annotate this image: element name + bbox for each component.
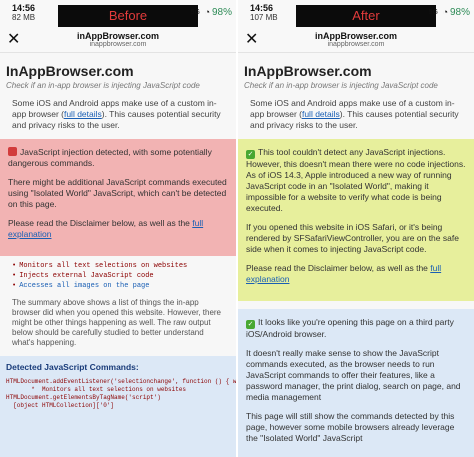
alert-icon: [8, 147, 17, 156]
list-item-text: Accesses all images on the page: [19, 282, 150, 290]
bullet-dot-icon: •: [12, 262, 17, 270]
ok-paragraph-3: Please read the Disclaimer below, as wel…: [246, 263, 466, 285]
alert-text-1: JavaScript injection detected, with some…: [8, 147, 212, 168]
wifi-icon: ◔: [442, 7, 448, 17]
before-panel: 14:56 82 MB Before 5G ◔ 98% ✕ inAppBrows…: [0, 0, 236, 457]
ok-paragraph-2: If you opened this website in iOS Safari…: [246, 222, 459, 254]
list-item-text: Monitors all text selections on websites: [19, 262, 188, 270]
summary-paragraph: The summary above shows a list of things…: [12, 298, 222, 347]
command-line: [object HTMLCollection]['0']: [6, 402, 115, 409]
page-content: InAppBrowser.com Check if an in-app brow…: [238, 53, 474, 457]
memory-readout: 82 MB: [12, 13, 36, 22]
alert-text-3: Please read the Disclaimer below, as wel…: [8, 218, 193, 228]
list-item: • Injects external JavaScript code: [12, 272, 230, 280]
site-heading: InAppBrowser.com: [6, 63, 134, 79]
detected-behaviors-list: • Monitors all text selections on website…: [12, 262, 230, 290]
memory-readout: 107 MB: [250, 13, 278, 22]
after-label: After: [296, 5, 436, 27]
comparison-screenshot: 14:56 82 MB Before 5G ◔ 98% ✕ inAppBrows…: [0, 0, 474, 457]
ok-paragraph-1: ✓ This tool couldn't detect any JavaScrip…: [246, 147, 466, 214]
third-paragraph-3: This page will still show the commands d…: [246, 411, 455, 443]
before-label: Before: [58, 5, 198, 27]
after-panel: 14:56 107 MB After 5G ◔ 98% ✕ inAppBrows…: [238, 0, 474, 457]
browser-url-bar: ✕ inAppBrowser.com inappbrowser.com: [0, 30, 236, 53]
list-item-text: Injects external JavaScript code: [19, 272, 154, 280]
intro-paragraph: Some iOS and Android apps make use of a …: [244, 98, 468, 131]
browser-url-bar: ✕ inAppBrowser.com inappbrowser.com: [238, 30, 474, 53]
command-line: * Monitors all text selections on websit…: [6, 386, 187, 393]
ok-text-1: This tool couldn't detect any JavaScript…: [246, 147, 466, 213]
commands-box: Detected JavaScript Commands: HTMLDocume…: [0, 356, 236, 457]
page-host: inappbrowser.com: [89, 41, 147, 48]
check-icon: ✓: [246, 150, 255, 159]
third-paragraph-2: It doesn't really make sense to show the…: [246, 348, 461, 402]
network-indicator: 5G: [190, 9, 200, 16]
check-icon: ✓: [246, 320, 255, 329]
page-host: inappbrowser.com: [327, 41, 385, 48]
site-subtitle: Check if an in-app browser is injecting …: [6, 81, 200, 90]
full-details-link[interactable]: full details: [64, 109, 102, 119]
clock: 14:56: [250, 3, 274, 13]
third-paragraph-1: ✓ It looks like you're opening this page …: [246, 317, 466, 340]
third-text-1: It looks like you're opening this page o…: [246, 317, 454, 339]
wifi-icon: ◔: [204, 7, 210, 17]
command-line: HTMLDocument.getElementsByTagName('scrip…: [6, 394, 161, 401]
alert-paragraph-3: Please read the Disclaimer below, as wel…: [8, 218, 228, 240]
intro-paragraph: Some iOS and Android apps make use of a …: [6, 98, 230, 131]
site-heading: InAppBrowser.com: [244, 63, 372, 79]
full-details-link[interactable]: full details: [302, 109, 340, 119]
bullet-dot-icon: •: [12, 272, 17, 280]
list-item: • Monitors all text selections on website…: [12, 262, 230, 270]
alert-paragraph-2: There might be additional JavaScript com…: [8, 177, 227, 209]
alert-paragraph-1: JavaScript injection detected, with some…: [8, 147, 228, 169]
list-item: • Accesses all images on the page: [12, 282, 230, 290]
battery-level: 98%: [449, 7, 470, 18]
page-title: inAppBrowser.com: [314, 31, 397, 41]
injection-alert-box: JavaScript injection detected, with some…: [0, 139, 236, 256]
command-line: HTMLDocument.addEventListener('selection…: [6, 378, 236, 385]
battery-level: 98%: [211, 7, 232, 18]
site-subtitle: Check if an in-app browser is injecting …: [244, 81, 438, 90]
bullet-dot-icon: •: [12, 282, 17, 290]
ok-text-3: Please read the Disclaimer below, as wel…: [246, 263, 431, 273]
page-title: inAppBrowser.com: [76, 31, 159, 41]
commands-heading: Detected JavaScript Commands:: [6, 362, 139, 372]
status-bar: 14:56 107 MB After 5G ◔ 98%: [238, 0, 474, 30]
page-content: InAppBrowser.com Check if an in-app brow…: [0, 53, 236, 457]
network-indicator: 5G: [428, 9, 438, 16]
status-bar: 14:56 82 MB Before 5G ◔ 98%: [0, 0, 236, 30]
third-party-browser-box: ✓ It looks like you're opening this page …: [238, 309, 474, 457]
no-injection-box: ✓ This tool couldn't detect any JavaScrip…: [238, 139, 474, 301]
clock: 14:56: [12, 3, 36, 13]
